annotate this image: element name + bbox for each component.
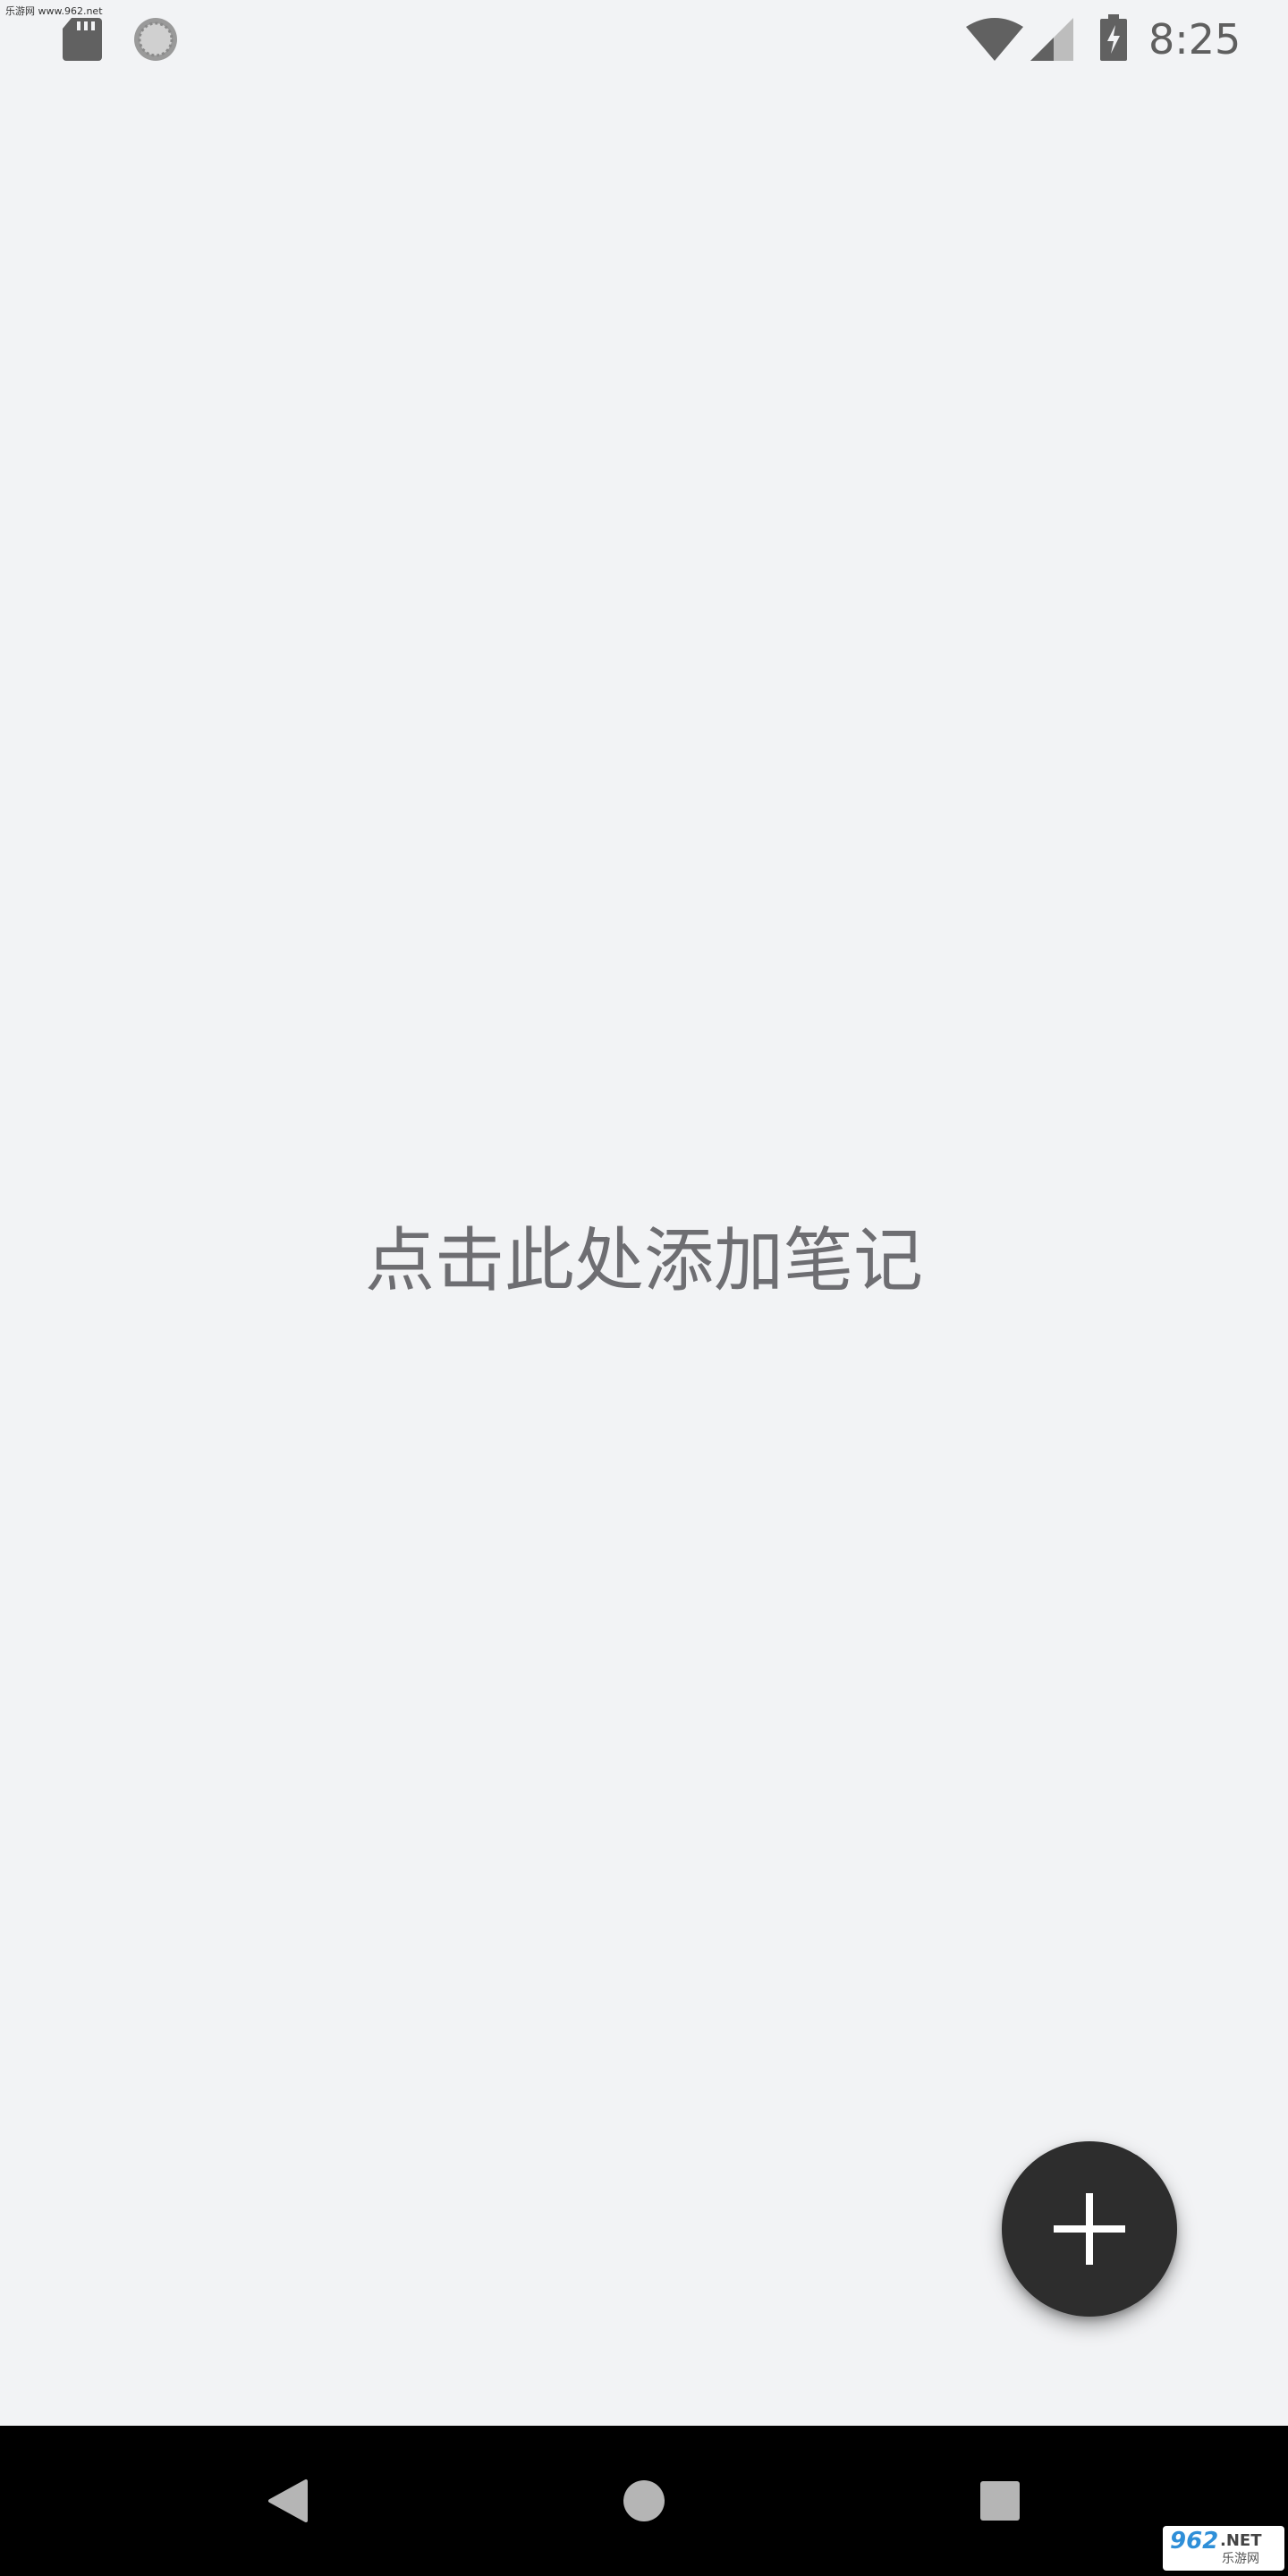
wifi-icon <box>966 18 1023 61</box>
plus-icon <box>1054 2193 1125 2265</box>
logo-number: 962 <box>1170 2528 1219 2555</box>
watermark-text: 乐游网 www.962.net <box>5 5 103 17</box>
battery-charging-icon <box>1100 14 1127 61</box>
home-icon[interactable] <box>610 2467 678 2535</box>
back-icon[interactable] <box>252 2467 320 2535</box>
status-bar: 乐游网 www.962.net 8:25 <box>0 0 1288 86</box>
navigation-bar <box>0 2426 1288 2576</box>
logo-net: .NET <box>1220 2531 1262 2550</box>
recents-icon[interactable] <box>966 2467 1034 2535</box>
logo-chinese: 乐游网 <box>1222 2552 1259 2566</box>
sync-icon <box>134 18 177 61</box>
cell-signal-icon <box>1030 18 1073 61</box>
sd-card-icon <box>63 18 102 61</box>
add-note-button[interactable] <box>1002 2141 1177 2317</box>
add-note-hint[interactable]: 点击此处添加笔记 <box>0 1216 1288 1306</box>
clock: 8:25 <box>1148 15 1241 64</box>
site-logo-watermark: 962 .NET 乐游网 <box>1163 2526 1284 2571</box>
